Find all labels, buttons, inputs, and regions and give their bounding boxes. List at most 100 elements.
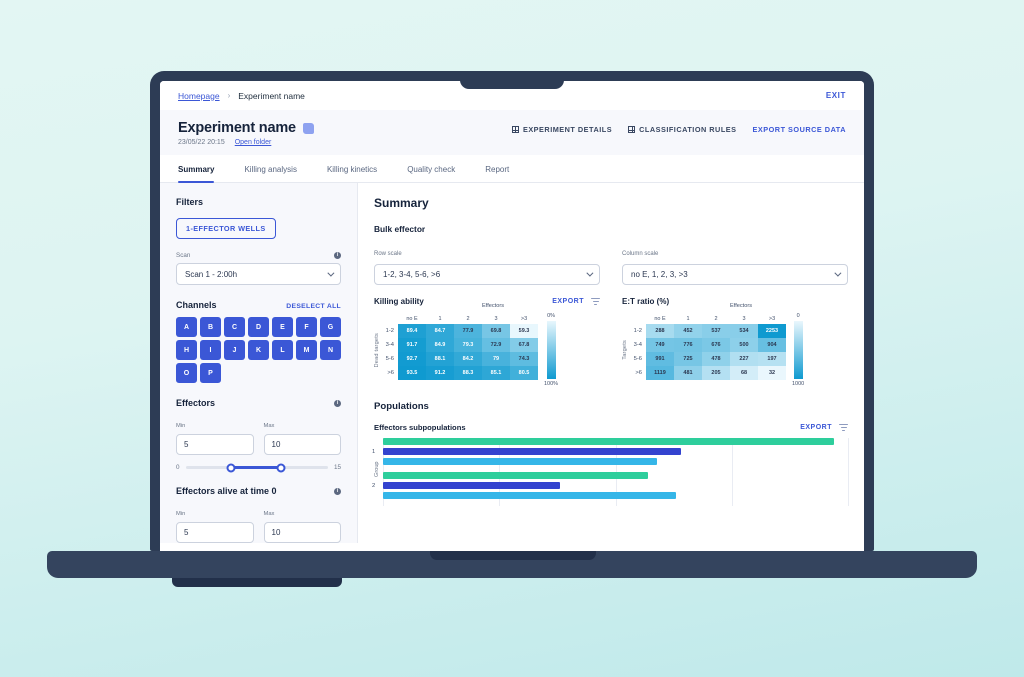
info-icon[interactable]: i <box>334 252 341 259</box>
channel-button-d[interactable]: D <box>248 317 269 337</box>
channel-button-j[interactable]: J <box>224 340 245 360</box>
bar-series-cyan[interactable] <box>383 458 658 465</box>
open-folder-link[interactable]: Open folder <box>235 139 272 146</box>
tab-killing-kinetics[interactable]: Killing kinetics <box>327 155 377 182</box>
export-button[interactable]: EXPORT <box>800 424 832 431</box>
chevron-down-icon <box>327 269 335 277</box>
heatmap-cell[interactable]: 537 <box>702 324 730 338</box>
tag-icon[interactable] <box>302 122 314 134</box>
heatmap-cell[interactable]: 74.3 <box>510 352 538 366</box>
heatmap-cell[interactable]: 991 <box>646 352 674 366</box>
channel-button-e[interactable]: E <box>272 317 293 337</box>
slider-knob-min[interactable] <box>226 463 236 472</box>
tab-summary[interactable]: Summary <box>178 155 215 183</box>
heatmap-cell[interactable]: 84.9 <box>426 338 454 352</box>
slider-knob-max[interactable] <box>276 463 286 472</box>
heatmap-cell[interactable]: 500 <box>730 338 758 352</box>
heatmap-cell[interactable]: 79.3 <box>454 338 482 352</box>
bar-series-cyan[interactable] <box>383 492 676 499</box>
bar-series-green[interactable] <box>383 472 649 479</box>
heatmap-cell[interactable]: 67.8 <box>510 338 538 352</box>
slider-track[interactable] <box>185 463 328 472</box>
channel-button-b[interactable]: B <box>200 317 221 337</box>
heatmap-cell[interactable]: 85.1 <box>482 366 510 380</box>
heatmap-cell[interactable]: 725 <box>674 352 702 366</box>
export-source-data-button[interactable]: EXPORT SOURCE DATA <box>753 125 846 134</box>
main-panel: Summary Bulk effector Row scale 1-2, 3-4… <box>358 183 864 543</box>
heatmap-cell[interactable]: 197 <box>758 352 786 366</box>
heatmap-cell[interactable]: 72.9 <box>482 338 510 352</box>
heatmap-cell[interactable]: 478 <box>702 352 730 366</box>
tab-killing-analysis[interactable]: Killing analysis <box>244 155 296 182</box>
channel-button-f[interactable]: F <box>296 317 317 337</box>
heatmap-cell[interactable]: 88.1 <box>426 352 454 366</box>
bar-series-green[interactable] <box>383 438 835 445</box>
heatmap-cell[interactable]: 91.7 <box>398 338 426 352</box>
effector-wells-chip[interactable]: 1-EFFECTOR WELLS <box>176 218 276 239</box>
info-icon[interactable]: i <box>334 399 341 407</box>
scan-select[interactable]: Scan 1 - 2:00h <box>176 263 341 285</box>
heatmap-row-label: 5-6 <box>633 356 642 362</box>
channel-button-n[interactable]: N <box>320 340 341 360</box>
effectors-range-slider[interactable]: 0 15 <box>176 463 341 472</box>
effectors-alive-max-input[interactable] <box>263 522 341 543</box>
channel-button-p[interactable]: P <box>200 363 221 383</box>
channel-button-m[interactable]: M <box>296 340 317 360</box>
breadcrumb-home-link[interactable]: Homepage <box>178 91 220 101</box>
effectors-max-input[interactable] <box>263 434 341 455</box>
channel-button-k[interactable]: K <box>248 340 269 360</box>
heatmap-cell[interactable]: 205 <box>702 366 730 380</box>
channel-button-h[interactable]: H <box>176 340 197 360</box>
bar-series-blue[interactable] <box>383 482 560 489</box>
heatmap-cell[interactable]: 84.2 <box>454 352 482 366</box>
tab-report[interactable]: Report <box>485 155 509 182</box>
bar-series-blue[interactable] <box>383 448 681 455</box>
heatmap-cell[interactable]: 88.3 <box>454 366 482 380</box>
heatmap-cell[interactable]: 79 <box>482 352 510 366</box>
heatmap-cell[interactable]: 32 <box>758 366 786 380</box>
heatmap-row: 3-4 91.7 84.9 79.3 72.9 67.8 <box>382 338 538 352</box>
heatmap-cell[interactable]: 288 <box>646 324 674 338</box>
channel-button-o[interactable]: O <box>176 363 197 383</box>
heatmap-cell[interactable]: 749 <box>646 338 674 352</box>
heatmap-cell[interactable]: 1119 <box>646 366 674 380</box>
effectors-alive-min-input[interactable] <box>176 522 254 543</box>
channel-button-g[interactable]: G <box>320 317 341 337</box>
info-icon[interactable]: i <box>334 487 341 495</box>
deselect-all-button[interactable]: DESELECT ALL <box>286 303 341 310</box>
heatmap-cell[interactable]: 227 <box>730 352 758 366</box>
tab-quality-check[interactable]: Quality check <box>407 155 455 182</box>
heatmap-cell[interactable]: 80.5 <box>510 366 538 380</box>
channel-button-a[interactable]: A <box>176 317 197 337</box>
heatmap-cell[interactable]: 84.7 <box>426 324 454 338</box>
column-scale-select[interactable]: no E, 1, 2, 3, >3 <box>622 264 848 285</box>
heatmap-cell[interactable]: 481 <box>674 366 702 380</box>
exit-button[interactable]: EXIT <box>826 91 846 100</box>
heatmap-cell[interactable]: 676 <box>702 338 730 352</box>
heatmap-cell[interactable]: 534 <box>730 324 758 338</box>
export-button[interactable]: EXPORT <box>552 298 584 305</box>
filter-icon[interactable] <box>591 298 600 305</box>
heatmap-row-label: >6 <box>387 370 394 376</box>
heatmap-cell[interactable]: 452 <box>674 324 702 338</box>
heatmap-cell[interactable]: 68 <box>730 366 758 380</box>
heatmap-cell[interactable]: 69.8 <box>482 324 510 338</box>
heatmap-cell[interactable]: 2253 <box>758 324 786 338</box>
heatmap-cell[interactable]: 91.2 <box>426 366 454 380</box>
heatmap-cell[interactable]: 904 <box>758 338 786 352</box>
heatmap-cell[interactable]: 89.4 <box>398 324 426 338</box>
channel-button-i[interactable]: I <box>200 340 221 360</box>
scan-field-label: Scan i <box>176 252 341 259</box>
heatmap-cell[interactable]: 92.7 <box>398 352 426 366</box>
effectors-min-input[interactable] <box>176 434 254 455</box>
heatmap-cell[interactable]: 77.9 <box>454 324 482 338</box>
experiment-details-button[interactable]: EXPERIMENT DETAILS <box>511 125 612 134</box>
heatmap-cell[interactable]: 93.5 <box>398 366 426 380</box>
channel-button-l[interactable]: L <box>272 340 293 360</box>
filter-icon[interactable] <box>839 424 848 431</box>
row-scale-select[interactable]: 1-2, 3-4, 5-6, >6 <box>374 264 600 285</box>
heatmap-cell[interactable]: 59.3 <box>510 324 538 338</box>
classification-rules-button[interactable]: CLASSIFICATION RULES <box>628 125 736 134</box>
heatmap-cell[interactable]: 776 <box>674 338 702 352</box>
channel-button-c[interactable]: C <box>224 317 245 337</box>
